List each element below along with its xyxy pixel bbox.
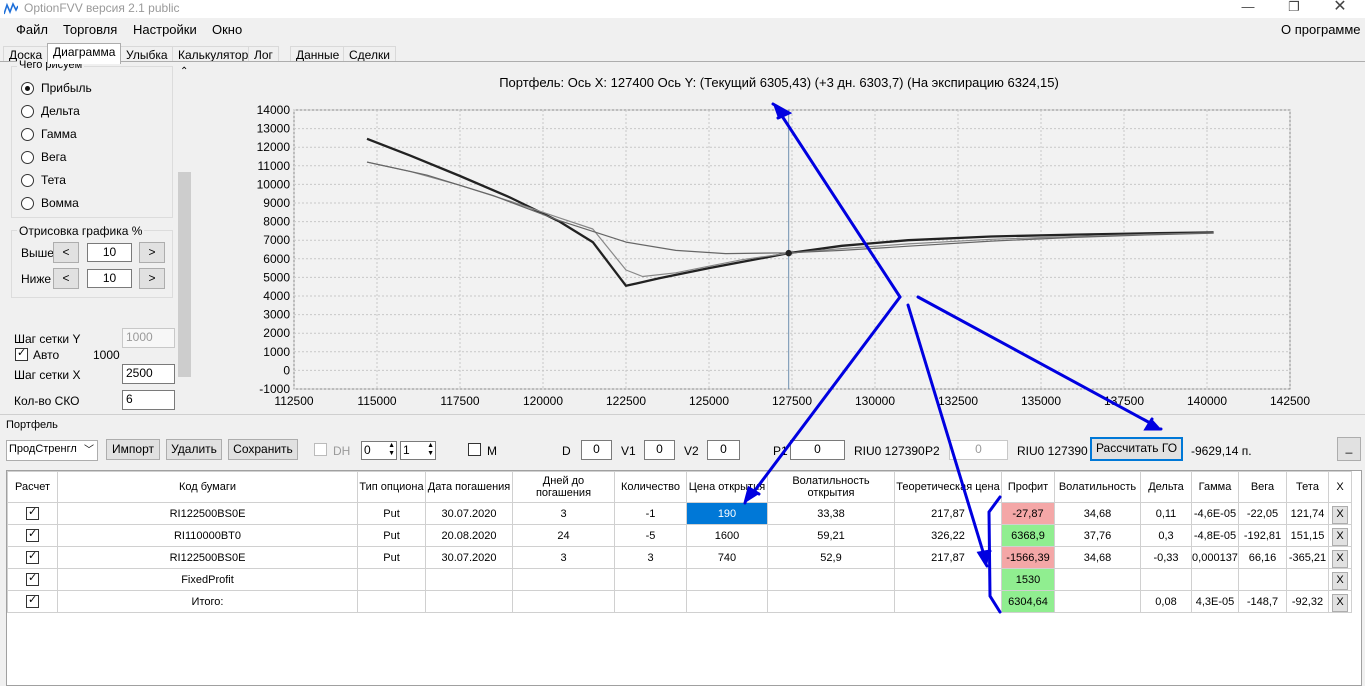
annotation-arrow-to-profit bbox=[906, 303, 986, 557]
annotation-bracket bbox=[987, 495, 1002, 614]
arrow-head-icon bbox=[771, 102, 793, 120]
annotation-arrow-to-title bbox=[780, 114, 902, 299]
tab-diagram[interactable]: Диаграмма bbox=[47, 43, 122, 64]
annotation-arrow-to-price bbox=[751, 295, 902, 495]
annotation-overlay bbox=[743, 102, 1163, 614]
annotation-arrow-to-calc bbox=[916, 295, 1154, 426]
